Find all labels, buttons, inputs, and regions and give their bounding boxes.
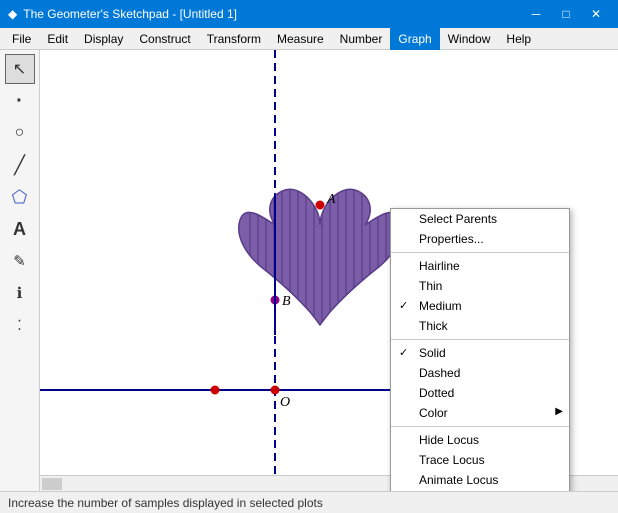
status-bar: Increase the number of samples displayed…: [0, 491, 618, 513]
menu-edit[interactable]: Edit: [39, 28, 76, 50]
svg-text:A: A: [326, 192, 336, 207]
context-menu: Select Parents Properties... Hairline Th…: [390, 208, 570, 491]
ctx-dashed[interactable]: Dashed: [391, 363, 569, 383]
menu-window[interactable]: Window: [440, 28, 499, 50]
title-bar: ◆ The Geometer's Sketchpad - [Untitled 1…: [0, 0, 618, 28]
marker-tool-button[interactable]: ✎: [5, 246, 35, 276]
ctx-hairline[interactable]: Hairline: [391, 256, 569, 276]
ctx-animate-locus[interactable]: Animate Locus: [391, 470, 569, 490]
ctx-select-parents[interactable]: Select Parents: [391, 209, 569, 229]
ctx-separator-3: [391, 426, 569, 427]
maximize-button[interactable]: □: [552, 0, 580, 28]
svg-text:O: O: [280, 395, 290, 410]
info-tool-button[interactable]: ℹ: [5, 278, 35, 308]
ctx-hide-locus[interactable]: Hide Locus: [391, 430, 569, 450]
main-area: ↖ · ○ ╱ ⬠ A ✎ ℹ ⁚ O: [0, 50, 618, 491]
toolbar: ↖ · ○ ╱ ⬠ A ✎ ℹ ⁚: [0, 50, 40, 491]
ctx-medium[interactable]: Medium: [391, 296, 569, 316]
custom-tool-button[interactable]: ⁚: [5, 310, 35, 340]
arrow-tool-button[interactable]: ↖: [5, 54, 35, 84]
ctx-separator-1: [391, 252, 569, 253]
status-text: Increase the number of samples displayed…: [8, 496, 323, 510]
menu-display[interactable]: Display: [76, 28, 131, 50]
menu-bar: File Edit Display Construct Transform Me…: [0, 28, 618, 50]
text-tool-button[interactable]: A: [5, 214, 35, 244]
ctx-solid[interactable]: Solid: [391, 343, 569, 363]
ctx-thin[interactable]: Thin: [391, 276, 569, 296]
polygon-tool-button[interactable]: ⬠: [5, 182, 35, 212]
menu-construct[interactable]: Construct: [131, 28, 198, 50]
ctx-dotted[interactable]: Dotted: [391, 383, 569, 403]
ctx-color[interactable]: Color: [391, 403, 569, 423]
menu-help[interactable]: Help: [498, 28, 539, 50]
canvas-area[interactable]: O: [40, 50, 618, 491]
ctx-separator-2: [391, 339, 569, 340]
ctx-trace-locus[interactable]: Trace Locus: [391, 450, 569, 470]
minimize-button[interactable]: ─: [522, 0, 550, 28]
ctx-thick[interactable]: Thick: [391, 316, 569, 336]
menu-file[interactable]: File: [4, 28, 39, 50]
app-icon: ◆: [8, 7, 17, 21]
ctx-properties[interactable]: Properties...: [391, 229, 569, 249]
close-button[interactable]: ✕: [582, 0, 610, 28]
point-tool-button[interactable]: ·: [5, 86, 35, 116]
circle-tool-button[interactable]: ○: [5, 118, 35, 148]
menu-graph[interactable]: Graph: [390, 28, 439, 50]
menu-transform[interactable]: Transform: [199, 28, 269, 50]
svg-text:B: B: [282, 294, 291, 309]
window-title: The Geometer's Sketchpad - [Untitled 1]: [23, 7, 237, 21]
line-tool-button[interactable]: ╱: [5, 150, 35, 180]
window-controls: ─ □ ✕: [522, 0, 610, 28]
menu-measure[interactable]: Measure: [269, 28, 332, 50]
menu-number[interactable]: Number: [332, 28, 391, 50]
